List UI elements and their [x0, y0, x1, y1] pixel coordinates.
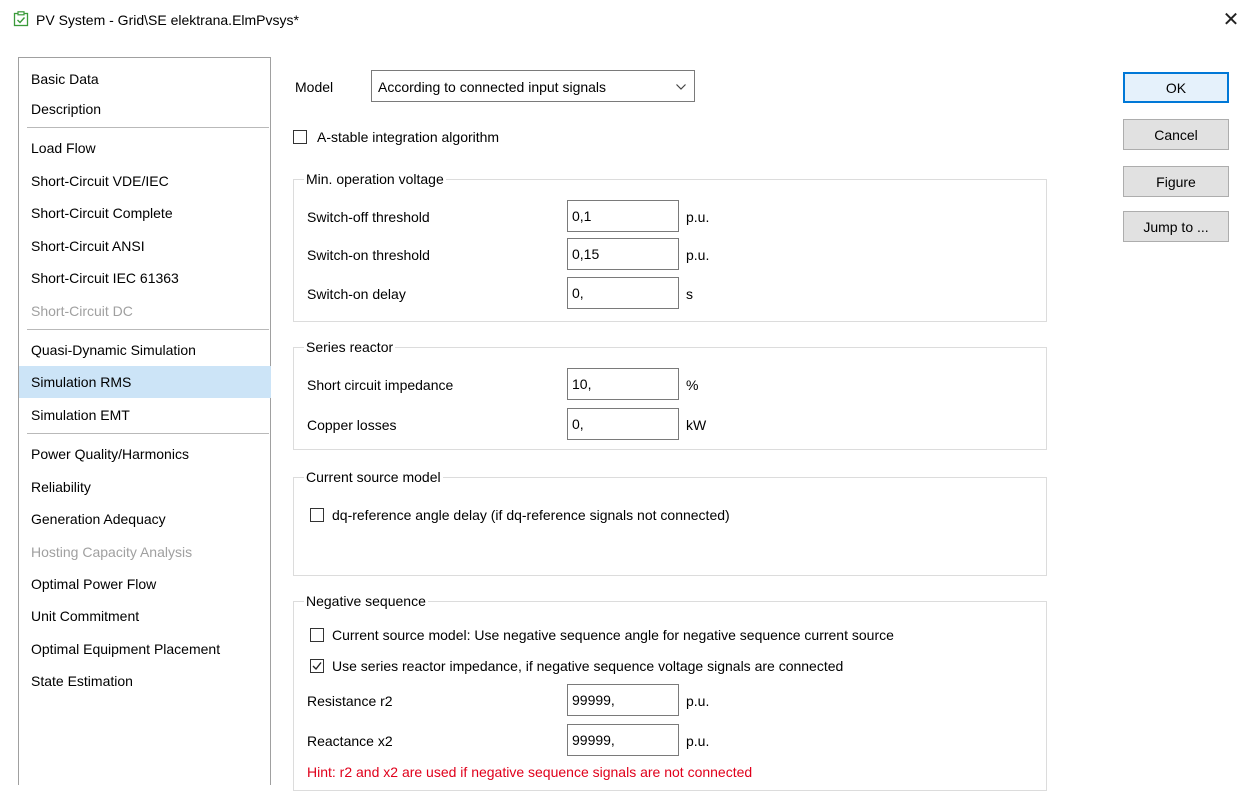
- resistance-r2-label: Resistance r2: [307, 693, 393, 709]
- sidebar-item-description[interactable]: Description: [19, 93, 271, 125]
- sidebar-separator: [27, 329, 269, 330]
- cancel-button[interactable]: Cancel: [1123, 119, 1229, 150]
- negative-sequence-hint: Hint: r2 and x2 are used if negative seq…: [307, 764, 753, 780]
- sidebar-item-reliability[interactable]: Reliability: [19, 471, 271, 503]
- switch-off-threshold-input[interactable]: [567, 200, 679, 232]
- element-icon: [13, 11, 29, 27]
- switch-off-threshold-label: Switch-off threshold: [307, 209, 430, 225]
- jump-to-button[interactable]: Jump to ...: [1123, 211, 1229, 242]
- close-icon[interactable]: ✕: [1219, 8, 1243, 32]
- current-source-model-group: [293, 477, 1047, 576]
- switch-on-threshold-label: Switch-on threshold: [307, 247, 430, 263]
- negative-sequence-title: Negative sequence: [304, 592, 428, 610]
- sidebar-item-optimal-power-flow[interactable]: Optimal Power Flow: [19, 568, 271, 600]
- sidebar-item-unit-commitment[interactable]: Unit Commitment: [19, 600, 271, 632]
- sidebar-item-short-circuit-dc: Short-Circuit DC: [31, 303, 133, 319]
- negative-sequence-angle-label: Current source model: Use negative seque…: [332, 627, 894, 643]
- chevron-down-icon: [676, 84, 686, 90]
- sidebar-item-optimal-equipment-placement[interactable]: Optimal Equipment Placement: [19, 633, 271, 665]
- sidebar-item-generation-adequacy[interactable]: Generation Adequacy: [19, 503, 271, 535]
- sidebar-item-short-circuit-iec-61363[interactable]: Short-Circuit IEC 61363: [19, 262, 271, 294]
- astable-label: A-stable integration algorithm: [317, 129, 500, 145]
- reactance-x2-label: Reactance x2: [307, 733, 393, 749]
- resistance-r2-input[interactable]: [567, 684, 679, 716]
- current-source-model-title: Current source model: [304, 468, 443, 486]
- sidebar-separator: [27, 127, 269, 128]
- short-circuit-impedance-unit: %: [686, 377, 699, 393]
- checkmark-icon: [312, 662, 322, 671]
- copper-losses-unit: kW: [686, 417, 707, 433]
- resistance-r2-unit: p.u.: [686, 693, 710, 709]
- sidebar-item-short-circuit-ansi[interactable]: Short-Circuit ANSI: [19, 230, 271, 262]
- short-circuit-impedance-label: Short circuit impedance: [307, 377, 454, 393]
- negative-sequence-angle-checkbox[interactable]: [310, 628, 324, 642]
- figure-button[interactable]: Figure: [1123, 166, 1229, 197]
- series-reactor-title: Series reactor: [304, 338, 396, 356]
- series-reactor-impedance-label: Use series reactor impedance, if negativ…: [332, 658, 844, 674]
- sidebar: Basic Data Description Load Flow Short-C…: [18, 57, 271, 785]
- dq-reference-delay-label: dq-reference angle delay (if dq-referenc…: [332, 507, 730, 523]
- model-label: Model: [295, 79, 334, 95]
- sidebar-item-hosting-capacity-analysis: Hosting Capacity Analysis: [31, 544, 193, 560]
- series-reactor-impedance-checkbox[interactable]: [310, 659, 324, 673]
- sidebar-item-basic-data[interactable]: Basic Data: [19, 63, 271, 95]
- model-select[interactable]: According to connected input signals: [371, 70, 695, 102]
- switch-on-threshold-unit: p.u.: [686, 247, 710, 263]
- copper-losses-input[interactable]: [567, 408, 679, 440]
- reactance-x2-input[interactable]: [567, 724, 679, 756]
- sidebar-item-simulation-emt[interactable]: Simulation EMT: [19, 399, 271, 431]
- sidebar-separator: [27, 433, 269, 434]
- switch-on-delay-input[interactable]: [567, 277, 679, 309]
- window-title: PV System - Grid\SE elektrana.ElmPvsys*: [36, 12, 299, 28]
- ok-button[interactable]: OK: [1123, 72, 1229, 103]
- model-select-value: According to connected input signals: [378, 79, 607, 95]
- copper-losses-label: Copper losses: [307, 417, 397, 433]
- switch-off-threshold-unit: p.u.: [686, 209, 710, 225]
- short-circuit-impedance-input[interactable]: [567, 368, 679, 400]
- sidebar-item-quasi-dynamic-simulation[interactable]: Quasi-Dynamic Simulation: [19, 334, 271, 366]
- sidebar-item-simulation-rms[interactable]: Simulation RMS: [19, 366, 271, 398]
- sidebar-item-load-flow[interactable]: Load Flow: [19, 132, 271, 164]
- reactance-x2-unit: p.u.: [686, 733, 710, 749]
- switch-on-delay-unit: s: [686, 286, 693, 302]
- astable-checkbox[interactable]: [293, 130, 307, 144]
- title-bar: PV System - Grid\SE elektrana.ElmPvsys* …: [0, 0, 1253, 40]
- sidebar-item-power-quality-harmonics[interactable]: Power Quality/Harmonics: [19, 438, 271, 470]
- sidebar-item-state-estimation[interactable]: State Estimation: [19, 665, 271, 697]
- sidebar-item-short-circuit-vde-iec[interactable]: Short-Circuit VDE/IEC: [19, 165, 271, 197]
- min-operation-voltage-title: Min. operation voltage: [304, 170, 446, 188]
- switch-on-delay-label: Switch-on delay: [307, 286, 406, 302]
- dq-reference-delay-checkbox[interactable]: [310, 508, 324, 522]
- switch-on-threshold-input[interactable]: [567, 238, 679, 270]
- sidebar-item-short-circuit-complete[interactable]: Short-Circuit Complete: [19, 197, 271, 229]
